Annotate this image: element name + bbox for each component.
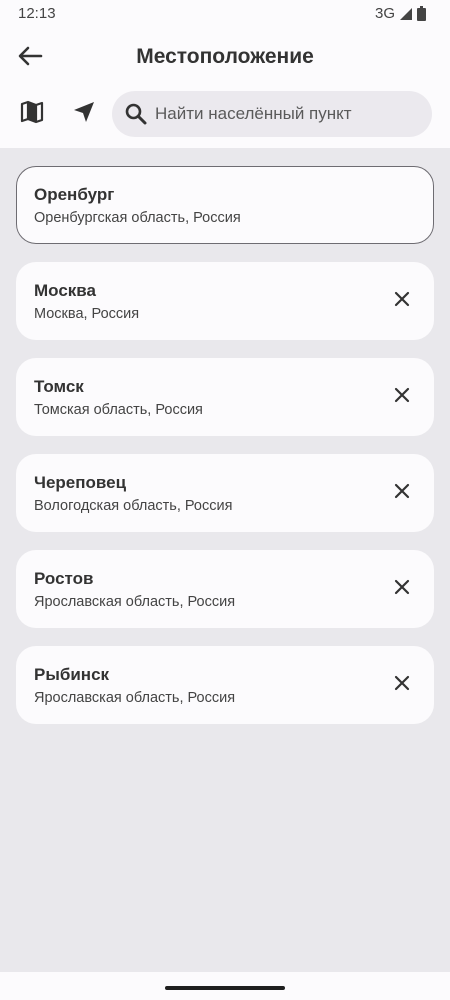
map-icon (20, 100, 44, 129)
location-name: Москва (34, 281, 96, 300)
navigation-bar (0, 972, 450, 1000)
search-input[interactable] (155, 104, 432, 124)
close-icon (394, 675, 410, 696)
search-box[interactable] (112, 91, 432, 137)
home-indicator[interactable] (165, 986, 285, 990)
remove-location-button[interactable] (384, 379, 420, 415)
battery-icon (417, 6, 426, 21)
remove-location-button[interactable] (384, 571, 420, 607)
location-card[interactable]: Москва Москва, Россия (16, 262, 434, 340)
location-region: Москва, Россия (34, 306, 140, 322)
location-card[interactable]: Череповец Вологодская область, Россия (16, 454, 434, 532)
map-button[interactable] (14, 96, 50, 132)
location-card[interactable]: Томск Томская область, Россия (16, 358, 434, 436)
location-name: Череповец (34, 473, 127, 492)
location-name: Рыбинск (34, 665, 110, 684)
location-card[interactable]: Рыбинск Ярославская область, Россия (16, 646, 434, 724)
navigation-arrow-icon (73, 101, 95, 128)
location-card[interactable]: Оренбург Оренбургская область, Россия (16, 166, 434, 244)
app-bar: Местоположение (0, 34, 450, 82)
location-list: Оренбург Оренбургская область, Россия Моск… (16, 166, 434, 742)
search-icon (123, 101, 149, 127)
close-icon (394, 579, 410, 600)
close-icon (394, 483, 410, 504)
page-title: Местоположение (136, 45, 314, 68)
status-time: 12:13 (18, 5, 56, 22)
location-region: Вологодская область, Россия (34, 498, 233, 514)
location-name: Оренбург (34, 185, 115, 204)
network-type: 3G (374, 5, 395, 22)
top-area: 12:13 3G Местоположение (0, 0, 450, 148)
location-region: Ярославская область, Россия (34, 594, 236, 610)
remove-location-button[interactable] (384, 283, 420, 319)
remove-location-button[interactable] (384, 475, 420, 511)
remove-location-button[interactable] (384, 667, 420, 703)
location-region: Оренбургская область, Россия (34, 210, 241, 226)
status-bar: 12:13 3G (0, 0, 450, 28)
status-indicators: 3G (375, 5, 426, 22)
location-name: Томск (34, 377, 84, 396)
close-icon (394, 291, 410, 312)
locate-button[interactable] (66, 96, 102, 132)
signal-icon (399, 7, 413, 21)
location-name: Ростов (34, 569, 94, 588)
toolbar (0, 90, 450, 138)
location-region: Томская область, Россия (34, 402, 203, 418)
location-region: Ярославская область, Россия (34, 690, 236, 706)
close-icon (394, 387, 410, 408)
location-card[interactable]: Ростов Ярославская область, Россия (16, 550, 434, 628)
